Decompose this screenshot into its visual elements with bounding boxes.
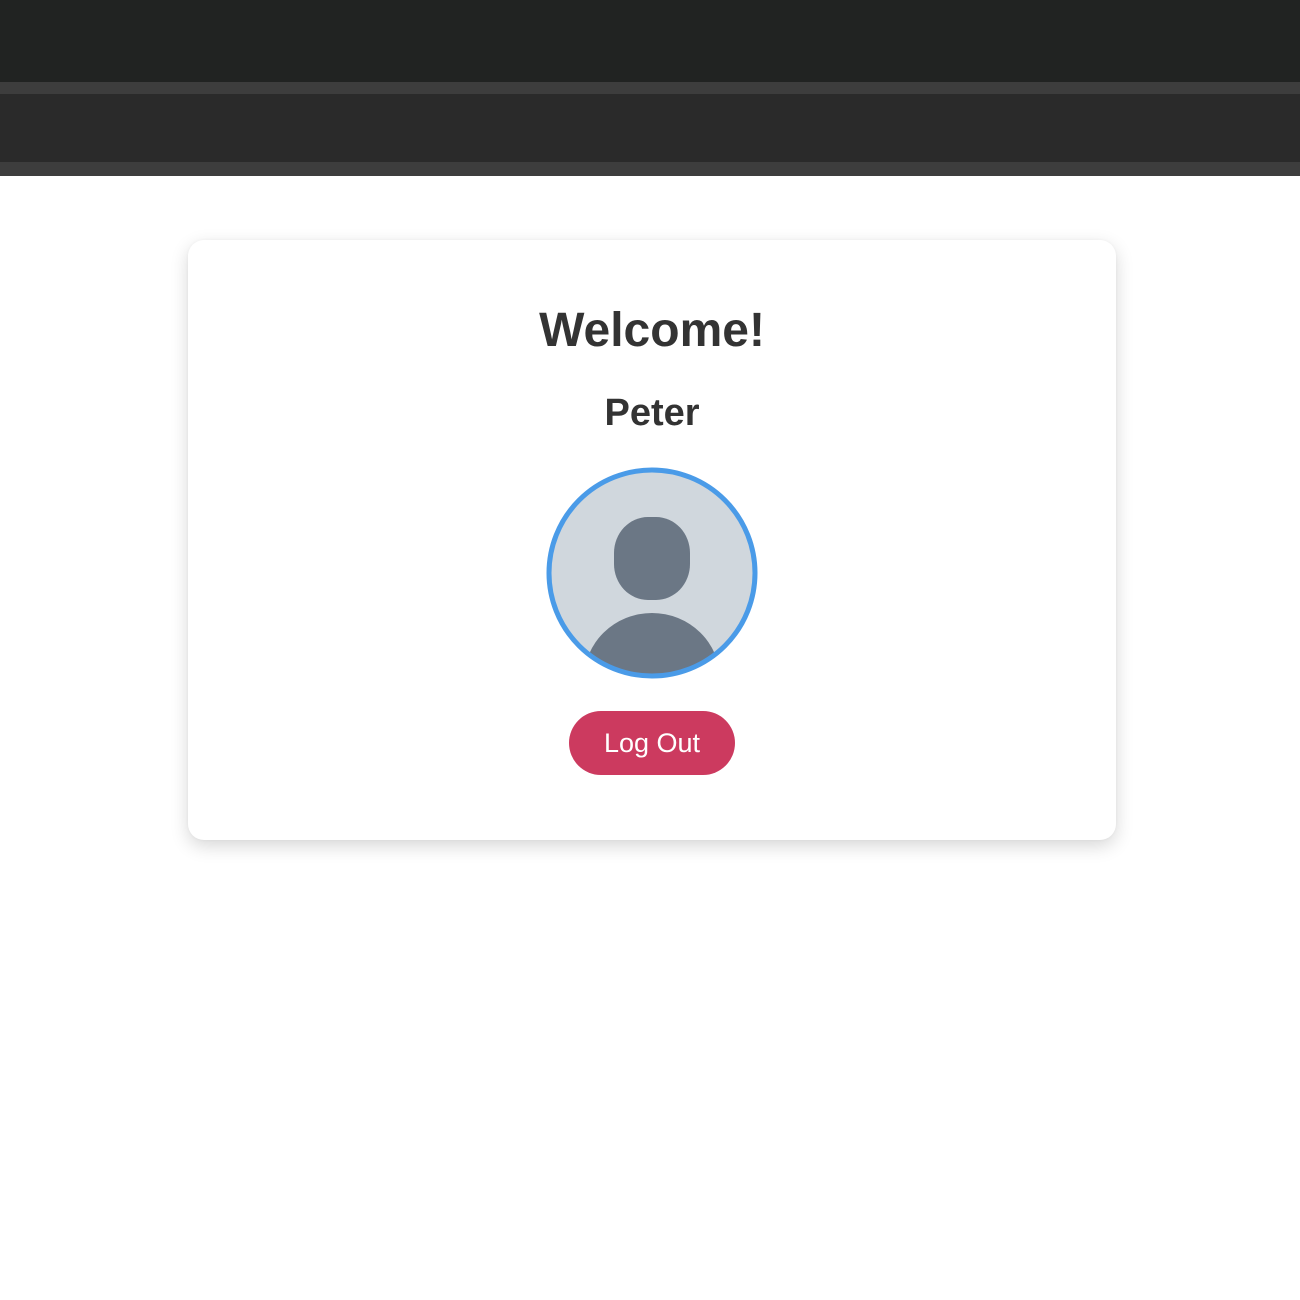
navigation-bar (0, 94, 1300, 162)
top-header-bar (0, 0, 1300, 82)
logout-button[interactable]: Log Out (569, 711, 735, 775)
user-name: Peter (604, 392, 700, 434)
header-divider (0, 82, 1300, 94)
avatar (546, 467, 758, 679)
welcome-heading: Welcome! (539, 304, 765, 357)
profile-card: Welcome! Peter Log Out (188, 240, 1116, 840)
navigation-divider (0, 162, 1300, 176)
default-user-avatar-icon (546, 467, 758, 679)
